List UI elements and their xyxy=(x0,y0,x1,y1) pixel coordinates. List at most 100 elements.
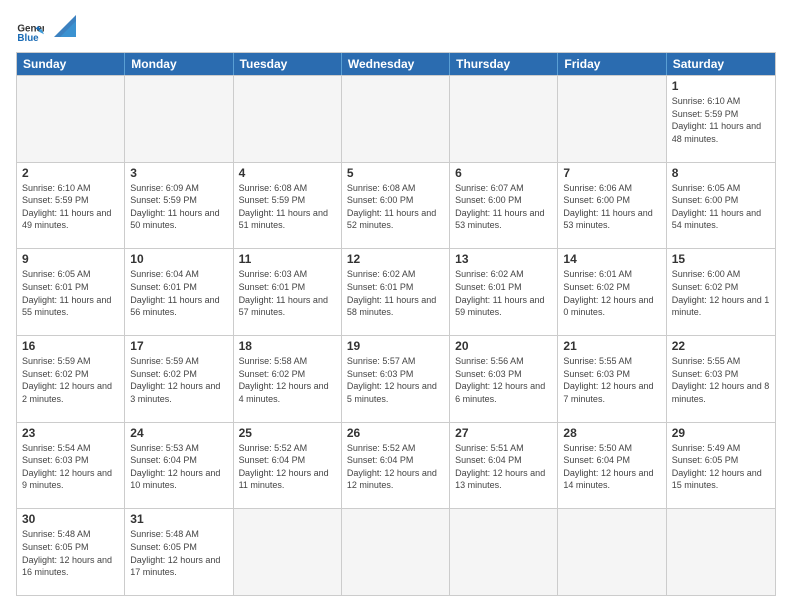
day-info: Sunrise: 5:57 AM Sunset: 6:03 PM Dayligh… xyxy=(347,355,444,405)
day-info: Sunrise: 6:10 AM Sunset: 5:59 PM Dayligh… xyxy=(22,182,119,232)
calendar-cell: 30 Sunrise: 5:48 AM Sunset: 6:05 PM Dayli… xyxy=(17,509,125,595)
header-day-thursday: Thursday xyxy=(450,53,558,75)
calendar-cell xyxy=(450,509,558,595)
calendar-cell: 24Sunrise: 5:53 AM Sunset: 6:04 PM Dayli… xyxy=(125,423,233,509)
calendar-cell xyxy=(450,76,558,162)
calendar-cell: 2 Sunrise: 6:10 AM Sunset: 5:59 PM Daylig… xyxy=(17,163,125,249)
calendar-cell: 15 Sunrise: 6:00 AM Sunset: 6:02 PM Dayli… xyxy=(667,249,775,335)
day-info: Sunrise: 6:02 AM Sunset: 6:01 PM Dayligh… xyxy=(347,268,444,318)
calendar-row-4: 23 Sunrise: 5:54 AM Sunset: 6:03 PM Dayli… xyxy=(17,422,775,509)
day-number: 1 xyxy=(672,79,770,93)
calendar-body: 1 Sunrise: 6:10 AM Sunset: 5:59 PM Daylig… xyxy=(17,75,775,595)
header-day-monday: Monday xyxy=(125,53,233,75)
day-info: Sunrise: 5:54 AM Sunset: 6:03 PM Dayligh… xyxy=(22,442,119,492)
day-number: 31 xyxy=(130,512,227,526)
calendar-cell: 23 Sunrise: 5:54 AM Sunset: 6:03 PM Dayli… xyxy=(17,423,125,509)
calendar-cell: 29 Sunrise: 5:49 AM Sunset: 6:05 PM Dayli… xyxy=(667,423,775,509)
day-info: Sunrise: 5:48 AM Sunset: 6:05 PM Dayligh… xyxy=(130,528,227,578)
day-info: Sunrise: 6:10 AM Sunset: 5:59 PM Dayligh… xyxy=(672,95,770,145)
day-number: 10 xyxy=(130,252,227,266)
header-day-saturday: Saturday xyxy=(667,53,775,75)
day-info: Sunrise: 6:06 AM Sunset: 6:00 PM Dayligh… xyxy=(563,182,660,232)
day-info: Sunrise: 6:08 AM Sunset: 6:00 PM Dayligh… xyxy=(347,182,444,232)
calendar-cell: 4Sunrise: 6:08 AM Sunset: 5:59 PM Daylig… xyxy=(234,163,342,249)
day-number: 29 xyxy=(672,426,770,440)
day-info: Sunrise: 5:56 AM Sunset: 6:03 PM Dayligh… xyxy=(455,355,552,405)
day-info: Sunrise: 6:07 AM Sunset: 6:00 PM Dayligh… xyxy=(455,182,552,232)
calendar-cell: 3 Sunrise: 6:09 AM Sunset: 5:59 PM Daylig… xyxy=(125,163,233,249)
calendar-row-5: 30 Sunrise: 5:48 AM Sunset: 6:05 PM Dayli… xyxy=(17,508,775,595)
day-number: 14 xyxy=(563,252,660,266)
calendar-cell: 22 Sunrise: 5:55 AM Sunset: 6:03 PM Dayli… xyxy=(667,336,775,422)
day-number: 23 xyxy=(22,426,119,440)
day-number: 19 xyxy=(347,339,444,353)
calendar-cell: 31 Sunrise: 5:48 AM Sunset: 6:05 PM Dayli… xyxy=(125,509,233,595)
day-number: 17 xyxy=(130,339,227,353)
day-number: 25 xyxy=(239,426,336,440)
day-info: Sunrise: 5:51 AM Sunset: 6:04 PM Dayligh… xyxy=(455,442,552,492)
logo: General Blue xyxy=(16,16,76,44)
calendar-cell: 19 Sunrise: 5:57 AM Sunset: 6:03 PM Dayli… xyxy=(342,336,450,422)
calendar-cell: 28 Sunrise: 5:50 AM Sunset: 6:04 PM Dayli… xyxy=(558,423,666,509)
calendar-cell: 9Sunrise: 6:05 AM Sunset: 6:01 PM Daylig… xyxy=(17,249,125,335)
day-info: Sunrise: 5:59 AM Sunset: 6:02 PM Dayligh… xyxy=(22,355,119,405)
day-info: Sunrise: 5:48 AM Sunset: 6:05 PM Dayligh… xyxy=(22,528,119,578)
calendar-cell: 11 Sunrise: 6:03 AM Sunset: 6:01 PM Dayli… xyxy=(234,249,342,335)
day-info: Sunrise: 5:55 AM Sunset: 6:03 PM Dayligh… xyxy=(672,355,770,405)
day-number: 9 xyxy=(22,252,119,266)
day-info: Sunrise: 6:00 AM Sunset: 6:02 PM Dayligh… xyxy=(672,268,770,318)
calendar-cell xyxy=(234,76,342,162)
day-number: 24 xyxy=(130,426,227,440)
calendar-cell xyxy=(234,509,342,595)
calendar-cell: 18Sunrise: 5:58 AM Sunset: 6:02 PM Dayli… xyxy=(234,336,342,422)
day-info: Sunrise: 5:52 AM Sunset: 6:04 PM Dayligh… xyxy=(239,442,336,492)
day-number: 16 xyxy=(22,339,119,353)
day-info: Sunrise: 5:49 AM Sunset: 6:05 PM Dayligh… xyxy=(672,442,770,492)
page: General Blue SundayMondayTuesdayWednesda… xyxy=(0,0,792,612)
day-info: Sunrise: 6:02 AM Sunset: 6:01 PM Dayligh… xyxy=(455,268,552,318)
calendar-row-0: 1 Sunrise: 6:10 AM Sunset: 5:59 PM Daylig… xyxy=(17,75,775,162)
day-number: 21 xyxy=(563,339,660,353)
day-info: Sunrise: 6:04 AM Sunset: 6:01 PM Dayligh… xyxy=(130,268,227,318)
day-info: Sunrise: 6:05 AM Sunset: 6:00 PM Dayligh… xyxy=(672,182,770,232)
day-number: 11 xyxy=(239,252,336,266)
calendar-header: SundayMondayTuesdayWednesdayThursdayFrid… xyxy=(17,53,775,75)
day-number: 6 xyxy=(455,166,552,180)
day-number: 28 xyxy=(563,426,660,440)
day-number: 27 xyxy=(455,426,552,440)
day-number: 26 xyxy=(347,426,444,440)
calendar-cell xyxy=(558,76,666,162)
day-number: 5 xyxy=(347,166,444,180)
calendar-cell: 13Sunrise: 6:02 AM Sunset: 6:01 PM Dayli… xyxy=(450,249,558,335)
calendar-cell: 5 Sunrise: 6:08 AM Sunset: 6:00 PM Daylig… xyxy=(342,163,450,249)
day-number: 3 xyxy=(130,166,227,180)
calendar-cell: 7Sunrise: 6:06 AM Sunset: 6:00 PM Daylig… xyxy=(558,163,666,249)
day-number: 4 xyxy=(239,166,336,180)
day-info: Sunrise: 5:50 AM Sunset: 6:04 PM Dayligh… xyxy=(563,442,660,492)
calendar-cell xyxy=(342,509,450,595)
calendar-cell: 27 Sunrise: 5:51 AM Sunset: 6:04 PM Dayli… xyxy=(450,423,558,509)
header-day-tuesday: Tuesday xyxy=(234,53,342,75)
day-info: Sunrise: 6:03 AM Sunset: 6:01 PM Dayligh… xyxy=(239,268,336,318)
day-info: Sunrise: 5:55 AM Sunset: 6:03 PM Dayligh… xyxy=(563,355,660,405)
header-day-wednesday: Wednesday xyxy=(342,53,450,75)
calendar-cell xyxy=(667,509,775,595)
calendar-row-2: 9Sunrise: 6:05 AM Sunset: 6:01 PM Daylig… xyxy=(17,248,775,335)
day-number: 22 xyxy=(672,339,770,353)
calendar-cell xyxy=(17,76,125,162)
day-number: 30 xyxy=(22,512,119,526)
logo-icon: General Blue xyxy=(16,16,44,44)
calendar: SundayMondayTuesdayWednesdayThursdayFrid… xyxy=(16,52,776,596)
day-info: Sunrise: 6:09 AM Sunset: 5:59 PM Dayligh… xyxy=(130,182,227,232)
header-day-friday: Friday xyxy=(558,53,666,75)
calendar-cell: 6 Sunrise: 6:07 AM Sunset: 6:00 PM Daylig… xyxy=(450,163,558,249)
calendar-cell: 14Sunrise: 6:01 AM Sunset: 6:02 PM Dayli… xyxy=(558,249,666,335)
calendar-cell xyxy=(125,76,233,162)
calendar-cell: 1 Sunrise: 6:10 AM Sunset: 5:59 PM Daylig… xyxy=(667,76,775,162)
calendar-cell: 25 Sunrise: 5:52 AM Sunset: 6:04 PM Dayli… xyxy=(234,423,342,509)
svg-text:Blue: Blue xyxy=(17,33,39,44)
day-number: 2 xyxy=(22,166,119,180)
calendar-cell: 10 Sunrise: 6:04 AM Sunset: 6:01 PM Dayli… xyxy=(125,249,233,335)
calendar-cell: 21 Sunrise: 5:55 AM Sunset: 6:03 PM Dayli… xyxy=(558,336,666,422)
day-number: 15 xyxy=(672,252,770,266)
